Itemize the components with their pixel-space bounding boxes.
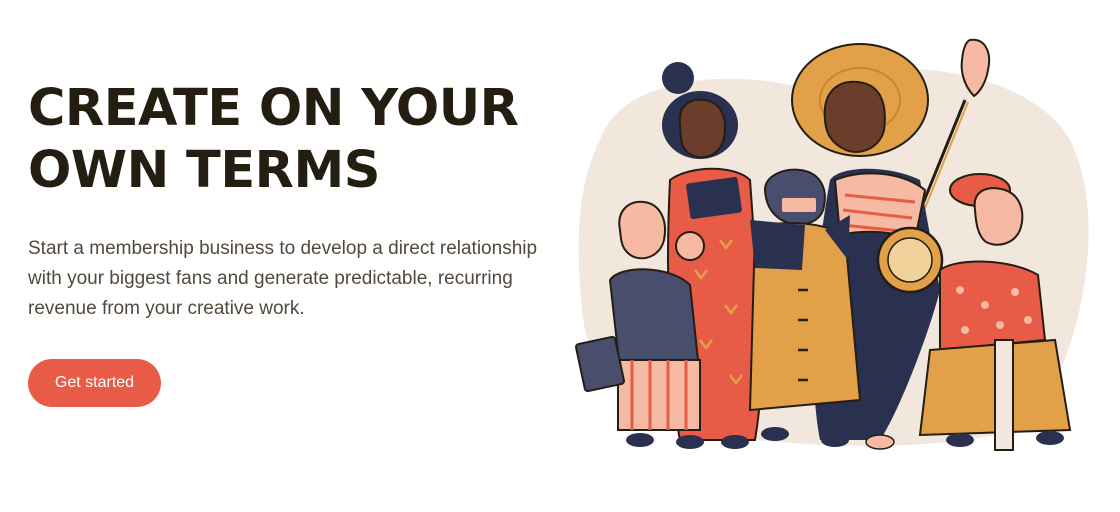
page-title: CREATE ON YOUR OWN TERMS bbox=[28, 78, 568, 202]
hero-description: Start a membership business to develop a… bbox=[28, 238, 538, 319]
hair-bun bbox=[662, 62, 694, 94]
megaphone-icon bbox=[675, 231, 705, 261]
book-icon bbox=[686, 176, 742, 220]
creators-illustration bbox=[575, 38, 1089, 451]
notebook-icon bbox=[575, 335, 625, 393]
mask-shape bbox=[750, 220, 805, 270]
headline-line-2: OWN TERMS bbox=[28, 141, 380, 200]
get-started-button[interactable]: Get started bbox=[28, 359, 161, 407]
hero-text: CREATE ON YOUR OWN TERMS Start a members… bbox=[28, 78, 568, 324]
headline-line-1: CREATE ON YOUR bbox=[28, 79, 519, 138]
